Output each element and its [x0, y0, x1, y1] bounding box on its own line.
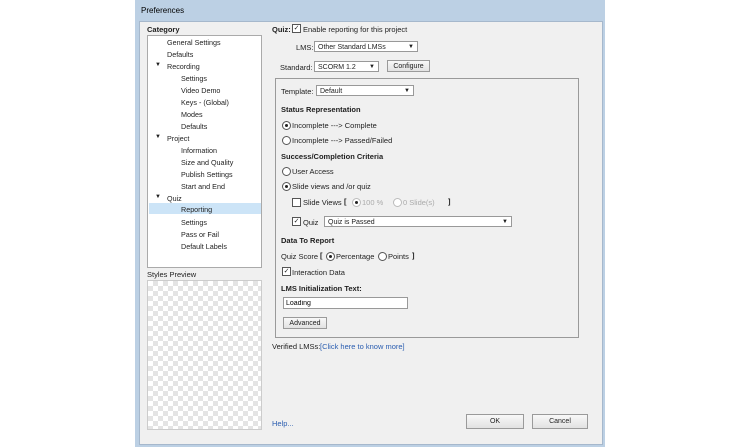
lms-init-input[interactable] [283, 297, 408, 309]
enable-reporting-checkbox[interactable]: ✓ [292, 24, 301, 33]
points-label: Points [388, 252, 409, 261]
styles-preview-area [147, 280, 262, 430]
interaction-data-label: Interaction Data [292, 268, 345, 277]
report-heading: Data To Report [281, 236, 335, 245]
help-link[interactable]: Help... [272, 419, 294, 428]
standard-dropdown[interactable]: SCORM 1.2 ▼ [314, 61, 379, 72]
tree-item-video-demo[interactable]: Video Demo [181, 86, 220, 95]
quiz-criteria-dropdown[interactable]: Quiz is Passed ▼ [324, 216, 512, 227]
status-heading: Status Representation [281, 105, 361, 114]
tree-item-pass-fail[interactable]: Pass or Fail [181, 230, 219, 239]
chevron-down-icon: ▼ [502, 219, 508, 225]
chevron-down-icon: ▼ [369, 64, 375, 70]
tree-item-modes[interactable]: Modes [181, 110, 203, 119]
lms-value: Other Standard LMSs [318, 44, 386, 51]
tree-item-recording-settings[interactable]: Settings [181, 74, 207, 83]
tree-item-quiz[interactable]: Quiz [167, 194, 182, 203]
verified-lms-label: Verified LMSs: [272, 342, 321, 351]
percentage-label: Percentage [336, 252, 375, 261]
quiz-score-label: Quiz Score [281, 252, 319, 261]
status-complete-label: Incomplete ---> Complete [292, 121, 377, 130]
interaction-data-checkbox[interactable]: ✓ [282, 267, 291, 276]
reporting-options-group: Template: Default ▼ Status Representatio… [275, 78, 579, 338]
bracket-open: [ [344, 197, 347, 206]
tree-item-quiz-settings[interactable]: Settings [181, 218, 207, 227]
points-radio[interactable] [378, 252, 387, 261]
category-heading: Category [147, 25, 180, 34]
slides-label: 0 Slide(s) [403, 198, 435, 207]
user-access-radio[interactable] [282, 167, 291, 176]
success-heading: Success/Completion Criteria [281, 152, 384, 161]
status-passed-failed-label: Incomplete ---> Passed/Failed [292, 136, 393, 145]
tree-item-size-quality[interactable]: Size and Quality [181, 158, 233, 167]
expand-quiz-icon[interactable]: ▼ [155, 194, 161, 200]
tree-item-recording-defaults[interactable]: Defaults [181, 122, 207, 131]
status-complete-radio[interactable] [282, 121, 291, 130]
percentage-radio[interactable] [326, 252, 335, 261]
bracket-close: ] [412, 251, 415, 260]
percent-label: 100 % [362, 198, 384, 207]
tree-item-recording[interactable]: Recording [167, 62, 200, 71]
tree-item-defaults[interactable]: Defaults [167, 50, 193, 59]
slide-views-label: Slide Views [303, 198, 342, 207]
quiz-criteria-label: Quiz [303, 218, 319, 227]
verified-lms-link[interactable]: [Click here to know more] [320, 342, 405, 351]
lms-dropdown[interactable]: Other Standard LMSs ▼ [314, 41, 418, 52]
user-access-label: User Access [292, 167, 334, 176]
window-title: Preferences [141, 6, 185, 15]
tree-item-reporting[interactable]: Reporting [181, 205, 212, 214]
percent-radio[interactable] [352, 198, 361, 207]
chevron-down-icon: ▼ [408, 44, 414, 50]
quiz-criteria-value: Quiz is Passed [328, 219, 375, 226]
tree-item-keys[interactable]: Keys - (Global) [181, 98, 229, 107]
dialog-body: Category General Settings Defaults ▼ Rec… [139, 21, 603, 445]
tree-item-information[interactable]: Information [181, 146, 217, 155]
standard-label: Standard: [280, 63, 313, 72]
template-label: Template: [281, 87, 314, 96]
enable-reporting-label: Enable reporting for this project [303, 25, 408, 34]
tree-item-publish-settings[interactable]: Publish Settings [181, 170, 233, 179]
configure-button[interactable]: Configure [387, 60, 430, 72]
tree-item-project[interactable]: Project [167, 134, 189, 143]
status-passed-failed-radio[interactable] [282, 136, 291, 145]
chevron-down-icon: ▼ [404, 88, 410, 94]
bracket-close: ] [448, 197, 451, 206]
tree-item-general-settings[interactable]: General Settings [167, 38, 221, 47]
standard-value: SCORM 1.2 [318, 64, 356, 71]
slides-radio[interactable] [393, 198, 402, 207]
quiz-criteria-checkbox[interactable]: ✓ [292, 217, 301, 226]
lms-label: LMS: [296, 43, 314, 52]
template-value: Default [320, 88, 343, 95]
preferences-dialog: Preferences Category General Settings De… [135, 0, 605, 447]
advanced-button[interactable]: Advanced [283, 317, 327, 329]
tree-item-default-labels[interactable]: Default Labels [181, 242, 227, 251]
title-bar[interactable]: Preferences [135, 0, 605, 21]
tree-item-start-end[interactable]: Start and End [181, 182, 225, 191]
bracket-open: [ [320, 251, 323, 260]
expand-recording-icon[interactable]: ▼ [155, 62, 161, 68]
slide-views-checkbox[interactable] [292, 198, 301, 207]
lms-init-heading: LMS Initialization Text: [281, 284, 362, 293]
ok-button[interactable]: OK [466, 414, 524, 429]
styles-preview-label: Styles Preview [147, 270, 197, 279]
template-dropdown[interactable]: Default ▼ [316, 85, 414, 96]
quiz-label: Quiz: [272, 25, 291, 34]
expand-project-icon[interactable]: ▼ [155, 134, 161, 140]
slide-views-quiz-label: Slide views and /or quiz [292, 182, 371, 191]
slide-views-quiz-radio[interactable] [282, 182, 291, 191]
cancel-button[interactable]: Cancel [532, 414, 588, 429]
category-tree: General Settings Defaults ▼ Recording Se… [147, 35, 262, 268]
